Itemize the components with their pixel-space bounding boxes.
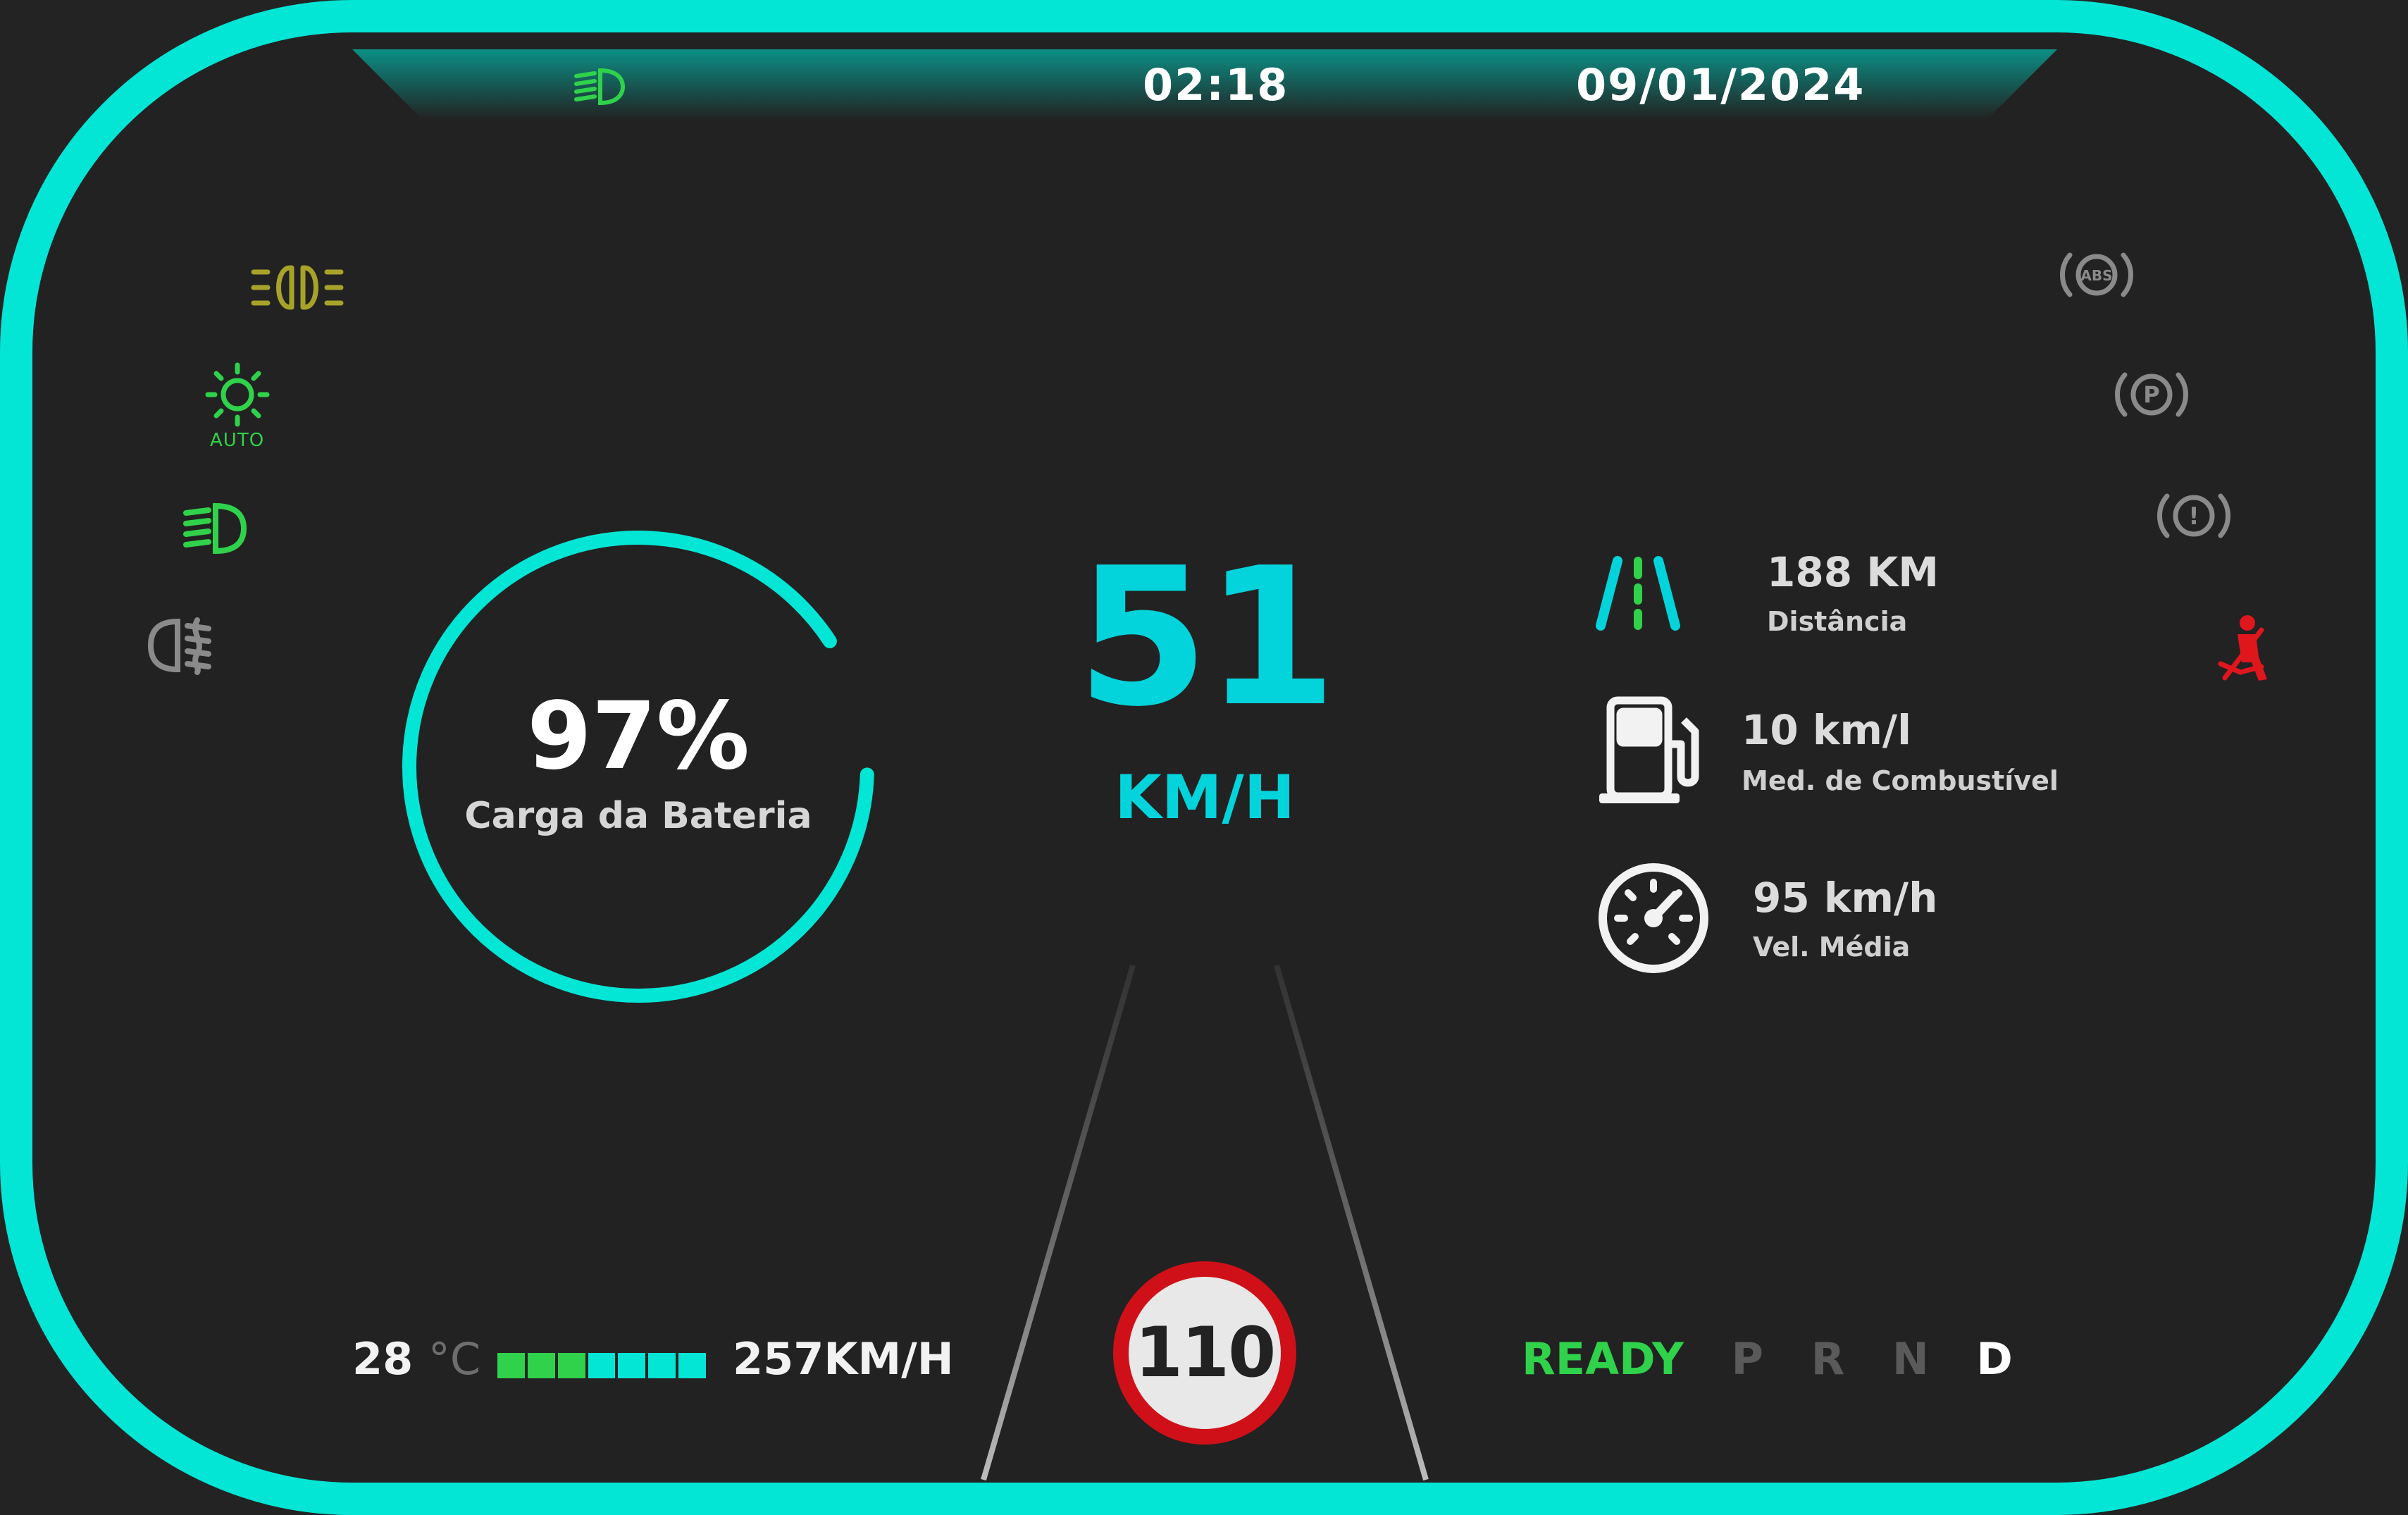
distance-value: 188 KM bbox=[1767, 548, 1939, 596]
gear-selector: READY P R N D bbox=[1522, 1333, 2045, 1385]
range-bar-segment bbox=[648, 1353, 676, 1378]
brake-warning-icon: ! bbox=[2157, 493, 2230, 538]
gear-d: D bbox=[1976, 1333, 2013, 1385]
gear-n: N bbox=[1892, 1333, 1929, 1385]
range-text: 257KM/H bbox=[733, 1333, 954, 1385]
auto-light-label: AUTO bbox=[210, 430, 265, 451]
fuel-consumption-label: Med. de Combustível bbox=[1742, 765, 2059, 796]
top-headlight-indicator bbox=[572, 66, 627, 110]
battery-percent: 97% bbox=[527, 682, 750, 791]
range-bar-segment bbox=[618, 1353, 646, 1378]
road-icon bbox=[1596, 556, 1680, 631]
range-bar bbox=[497, 1353, 707, 1378]
parking-brake-icon: P bbox=[2115, 372, 2188, 417]
svg-text:ABS: ABS bbox=[2080, 267, 2112, 284]
svg-text:P: P bbox=[2143, 381, 2159, 408]
range-bar-segment bbox=[678, 1353, 707, 1378]
temperature-value: 28 bbox=[352, 1333, 414, 1385]
range-bar-segment bbox=[588, 1353, 616, 1378]
average-speed-value: 95 km/h bbox=[1753, 874, 1938, 922]
auto-light-icon bbox=[205, 362, 270, 427]
rear-fog-light-icon bbox=[147, 617, 211, 675]
clock-time: 02:18 bbox=[1143, 59, 1289, 111]
svg-text:!: ! bbox=[2188, 502, 2199, 531]
range-bar-segment bbox=[497, 1353, 525, 1378]
speed-limit-face: 110 bbox=[1129, 1277, 1281, 1429]
parking-lights-icon bbox=[251, 265, 344, 310]
speedometer-icon bbox=[1599, 863, 1708, 973]
left-indicators: AUTO bbox=[134, 240, 345, 691]
range-bar-segment bbox=[557, 1353, 585, 1378]
temperature-unit: °C bbox=[428, 1333, 481, 1385]
speed-limit-value: 110 bbox=[1134, 1313, 1277, 1393]
right-indicators: ABS P ! bbox=[2043, 240, 2283, 691]
speed-limit-sign: 110 bbox=[1113, 1261, 1296, 1445]
distance-label: Distância bbox=[1767, 606, 1908, 637]
range-bar-segment bbox=[527, 1353, 555, 1378]
abs-warning-icon: ABS bbox=[2060, 252, 2133, 297]
average-speed-label: Vel. Média bbox=[1753, 932, 1911, 963]
fuel-pump-icon bbox=[1599, 696, 1699, 803]
current-date: 09/01/2024 bbox=[1576, 59, 1866, 111]
low-beam-icon bbox=[183, 502, 247, 555]
battery-label: Carga da Bateria bbox=[464, 795, 812, 837]
headlight-icon bbox=[574, 68, 626, 106]
seatbelt-warning-icon bbox=[2218, 615, 2267, 681]
ready-status: READY bbox=[1522, 1333, 1684, 1385]
gear-p: P bbox=[1731, 1333, 1763, 1385]
speed-value: 51 bbox=[1076, 526, 1337, 748]
fuel-consumption-value: 10 km/l bbox=[1742, 706, 1911, 754]
gear-r: R bbox=[1811, 1333, 1845, 1385]
speed-unit: KM/H bbox=[1115, 762, 1295, 833]
dashboard: 02:18 09/01/2024 AUTO ABS P ! 97% Carga … bbox=[0, 0, 2408, 1515]
temperature-readout: 28 °C bbox=[352, 1333, 480, 1385]
